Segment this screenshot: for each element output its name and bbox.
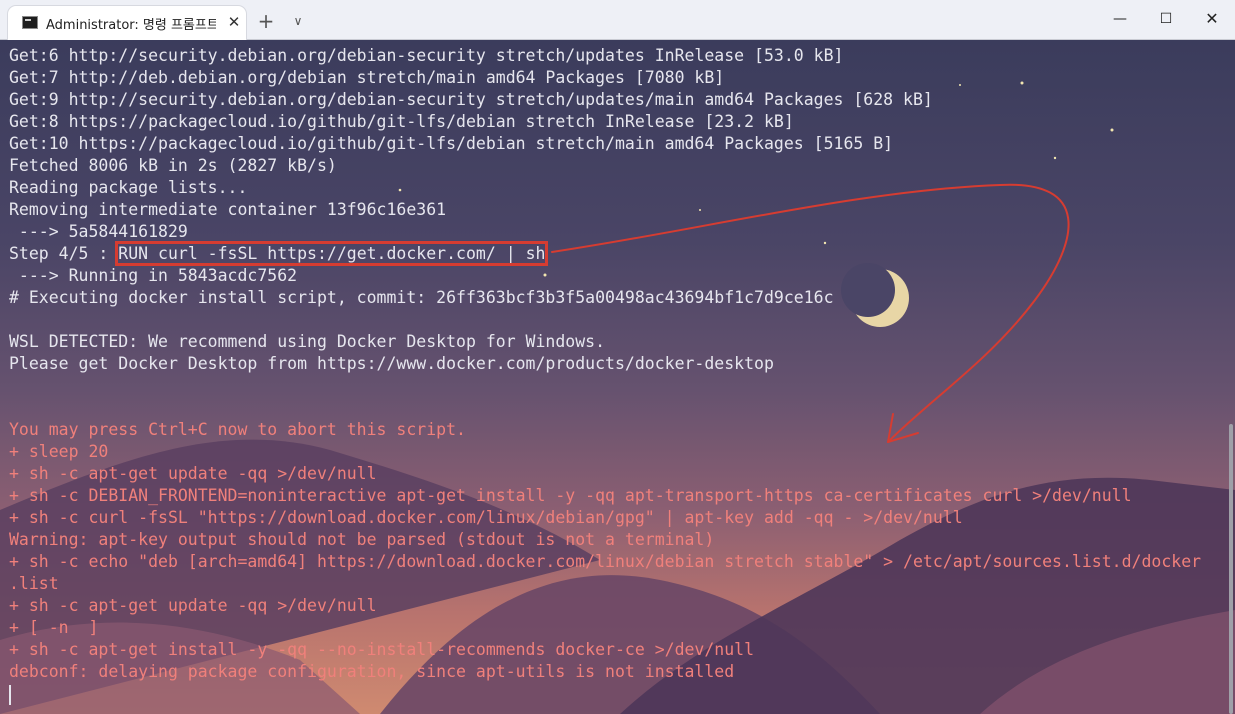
chevron-down-icon[interactable]: ∨ xyxy=(286,10,310,32)
terminal-line-text: + sh -c apt-get update -qq >/dev/null xyxy=(9,596,377,615)
terminal-line-text: + sh -c curl -fsSL "https://download.doc… xyxy=(9,508,963,527)
terminal-line: Get:9 http://security.debian.org/debian-… xyxy=(9,89,1201,111)
terminal-line-text: WSL DETECTED: We recommend using Docker … xyxy=(9,332,606,351)
close-button[interactable]: ✕ xyxy=(1189,0,1235,38)
terminal-line-text: + sh -c DEBIAN_FRONTEND=noninteractive a… xyxy=(9,486,1132,505)
minimize-button[interactable]: — xyxy=(1097,0,1143,38)
terminal-line-text: Get:6 http://security.debian.org/debian-… xyxy=(9,46,844,65)
terminal-line-text: Fetched 8006 kB in 2s (2827 kB/s) xyxy=(9,156,337,175)
terminal-line-text: Please get Docker Desktop from https://w… xyxy=(9,354,774,373)
terminal-line: ---> 5a5844161829 xyxy=(9,221,1201,243)
terminal-line-text: Get:7 http://deb.debian.org/debian stret… xyxy=(9,68,725,87)
title-bar: Administrator: 명령 프롬프트 - ✕ + ∨ — ☐ ✕ xyxy=(0,0,1235,40)
new-tab-button[interactable]: + xyxy=(254,10,278,32)
terminal-line: + sh -c curl -fsSL "https://download.doc… xyxy=(9,507,1201,529)
terminal-line: Please get Docker Desktop from https://w… xyxy=(9,353,1201,375)
terminal-tab[interactable]: Administrator: 명령 프롬프트 - ✕ xyxy=(8,6,246,40)
terminal-line: + sh -c apt-get update -qq >/dev/null xyxy=(9,463,1201,485)
terminal-line: # Executing docker install script, commi… xyxy=(9,287,1201,309)
terminal-line: Get:6 http://security.debian.org/debian-… xyxy=(9,45,1201,67)
terminal-line-text: Get:9 http://security.debian.org/debian-… xyxy=(9,90,933,109)
terminal-line-text: You may press Ctrl+C now to abort this s… xyxy=(9,420,466,439)
terminal-lines: Get:6 http://security.debian.org/debian-… xyxy=(9,45,1201,683)
terminal-line-text: Step 4/5 : xyxy=(9,244,119,263)
terminal-line: Warning: apt-key output should not be pa… xyxy=(9,529,1201,551)
terminal-line-text: + [ -n ] xyxy=(9,618,99,637)
terminal-line: .list xyxy=(9,573,1201,595)
text-cursor xyxy=(9,685,11,705)
terminal-line-text: Get:10 https://packagecloud.io/github/gi… xyxy=(9,134,894,153)
terminal-line: Get:7 http://deb.debian.org/debian stret… xyxy=(9,67,1201,89)
tab-close-icon[interactable]: ✕ xyxy=(224,12,244,32)
terminal-line-text: .list xyxy=(9,574,59,593)
terminal-line: Fetched 8006 kB in 2s (2827 kB/s) xyxy=(9,155,1201,177)
terminal-line: + sh -c apt-get install -y -qq --no-inst… xyxy=(9,639,1201,661)
terminal-line: + sh -c apt-get update -qq >/dev/null xyxy=(9,595,1201,617)
terminal-line-text: Reading package lists... xyxy=(9,178,248,197)
terminal-line-text: + sleep 20 xyxy=(9,442,109,461)
terminal-line: Get:8 https://packagecloud.io/github/git… xyxy=(9,111,1201,133)
terminal-line: ---> Running in 5843acdc7562 xyxy=(9,265,1201,287)
terminal-line: You may press Ctrl+C now to abort this s… xyxy=(9,419,1201,441)
terminal-line: + [ -n ] xyxy=(9,617,1201,639)
terminal-line: + sh -c echo "deb [arch=amd64] https://d… xyxy=(9,551,1201,573)
terminal-line-text: + sh -c apt-get install -y -qq --no-inst… xyxy=(9,640,755,659)
terminal-line: + sh -c DEBIAN_FRONTEND=noninteractive a… xyxy=(9,485,1201,507)
command-prompt-icon xyxy=(22,16,38,29)
terminal-line-text: # Executing docker install script, commi… xyxy=(9,288,834,307)
scrollbar[interactable] xyxy=(1229,424,1233,714)
terminal-line: debconf: delaying package configuration,… xyxy=(9,661,1201,683)
tab-title: Administrator: 명령 프롬프트 - xyxy=(46,18,216,33)
terminal-line-text: debconf: delaying package configuration,… xyxy=(9,662,735,681)
terminal-line-text: Get:8 https://packagecloud.io/github/git… xyxy=(9,112,794,131)
terminal-line: + sleep 20 xyxy=(9,441,1201,463)
terminal-line: Reading package lists... xyxy=(9,177,1201,199)
terminal-line: WSL DETECTED: We recommend using Docker … xyxy=(9,331,1201,353)
terminal-line: Step 4/5 : RUN curl -fsSL https://get.do… xyxy=(9,241,1201,266)
highlighted-command: RUN curl -fsSL https://get.docker.com/ |… xyxy=(115,241,549,266)
terminal-line: Get:10 https://packagecloud.io/github/gi… xyxy=(9,133,1201,155)
terminal-line-text: ---> Running in 5843acdc7562 xyxy=(9,266,298,285)
terminal-line-text: + sh -c echo "deb [arch=amd64] https://d… xyxy=(9,552,1202,571)
maximize-button[interactable]: ☐ xyxy=(1143,0,1189,38)
terminal-line: Removing intermediate container 13f96c16… xyxy=(9,199,1201,221)
terminal-line-text: Removing intermediate container 13f96c16… xyxy=(9,200,447,219)
terminal-line-text: Warning: apt-key output should not be pa… xyxy=(9,530,715,549)
terminal-output-area[interactable]: Get:6 http://security.debian.org/debian-… xyxy=(0,40,1235,714)
terminal-line-text: + sh -c apt-get update -qq >/dev/null xyxy=(9,464,377,483)
terminal-line-text: ---> 5a5844161829 xyxy=(9,222,188,241)
